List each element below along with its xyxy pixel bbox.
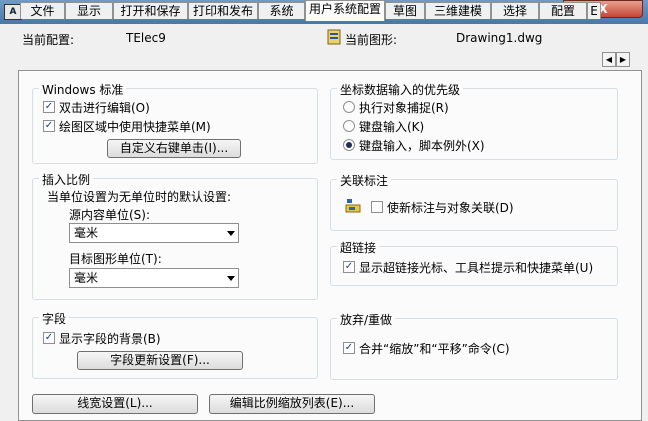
target-units-label: 目标图形单位(T):	[69, 252, 162, 266]
lineweight-settings-button[interactable]: 线宽设置(L)...	[32, 394, 198, 414]
hyperlink-title: 超链接	[337, 239, 380, 256]
osnap-label: 执行对象捕捉(R)	[359, 101, 449, 115]
tab-display[interactable]: 显示	[65, 2, 113, 19]
coordinate-priority-group: 坐标数据输入的优先级 执行对象捕捉(R) 键盘输入(K) 键盘输入，脚本例外(X…	[330, 81, 618, 160]
tab-scroll-left-icon[interactable]: ◀	[602, 52, 616, 67]
source-units-select[interactable]: 毫米	[69, 223, 239, 243]
windows-standard-title: Windows 标准	[39, 81, 127, 98]
keyboard-entry-radio[interactable]	[343, 120, 355, 132]
tab-system[interactable]: 系统	[258, 2, 305, 19]
fields-title: 字段	[39, 310, 70, 327]
current-config-label: 当前配置:	[22, 33, 75, 47]
tab-plot-publish[interactable]: 打印和发布	[188, 2, 258, 19]
hyperlink-group: 超链接 ✓ 显示超链接光标、工具栏提示和快捷菜单(U)	[330, 239, 618, 286]
chevron-down-icon	[227, 276, 235, 281]
target-units-select[interactable]: 毫米	[69, 268, 239, 288]
current-config-value: TElec9	[126, 31, 166, 45]
tab-3d-modeling[interactable]: 三维建模	[425, 2, 491, 19]
undo-redo-title: 放弃/重做	[337, 311, 396, 328]
double-click-edit-checkbox[interactable]: ✓	[43, 101, 55, 113]
keyboard-except-scripts-label: 键盘输入，脚本例外(X)	[359, 139, 485, 153]
double-click-edit-label: 双击进行编辑(O)	[59, 101, 150, 115]
associative-dimension-title: 关联标注	[337, 172, 392, 189]
insertion-scale-description: 当单位设置为无单位时的默认设置:	[47, 190, 232, 204]
hyperlink-cursor-checkbox[interactable]: ✓	[343, 261, 355, 273]
combine-zoom-pan-label: 合并“缩放”和“平移”命令(C)	[359, 342, 510, 356]
tab-selection[interactable]: 选择	[491, 2, 539, 19]
tab-scroll-right-icon[interactable]: ▶	[616, 52, 630, 67]
fields-group: 字段 ✓ 显示字段的背景(B) 字段更新设置(F)...	[32, 310, 318, 379]
coordinate-priority-title: 坐标数据输入的优先级	[337, 81, 464, 98]
right-click-customization-button[interactable]: 自定义右键单击(I)...	[107, 139, 241, 158]
keyboard-except-scripts-radio[interactable]	[343, 139, 355, 151]
target-units-value: 毫米	[74, 271, 99, 285]
tab-drafting[interactable]: 草图	[385, 2, 425, 19]
associative-dimension-checkbox[interactable]	[371, 201, 383, 213]
tab-user-preferences[interactable]: 用户系统配置	[305, 0, 385, 21]
source-units-value: 毫米	[74, 226, 99, 240]
associative-dimension-group: 关联标注 使新标注与对象关联(D)	[330, 172, 618, 231]
keyboard-entry-label: 键盘输入(K)	[359, 120, 425, 134]
tab-overflow[interactable]: E	[587, 2, 601, 19]
insertion-scale-group: 插入比例 当单位设置为无单位时的默认设置: 源内容单位(S): 毫米 目标图形单…	[32, 171, 318, 300]
combine-zoom-pan-checkbox[interactable]: ✓	[343, 342, 355, 354]
field-background-checkbox[interactable]: ✓	[43, 332, 55, 344]
shortcut-menu-checkbox[interactable]: ✓	[43, 120, 55, 132]
current-drawing-label: 当前图形:	[345, 33, 398, 47]
field-update-settings-button[interactable]: 字段更新设置(F)...	[77, 351, 243, 370]
tab-files[interactable]: 文件	[20, 2, 65, 19]
hyperlink-cursor-label: 显示超链接光标、工具栏提示和快捷菜单(U)	[359, 261, 594, 275]
tab-profiles[interactable]: 配置	[539, 2, 587, 19]
current-drawing-value: Drawing1.dwg	[456, 31, 543, 45]
associative-dimension-label: 使新标注与对象关联(D)	[387, 201, 514, 215]
associative-dimension-icon	[345, 199, 361, 213]
windows-standard-group: Windows 标准 ✓ 双击进行编辑(O) ✓ 绘图区域中使用快捷菜单(M) …	[32, 81, 318, 164]
undo-redo-group: 放弃/重做 ✓ 合并“缩放”和“平移”命令(C)	[330, 311, 618, 380]
edit-scale-list-button[interactable]: 编辑比例缩放列表(E)...	[209, 394, 375, 414]
tab-open-save[interactable]: 打开和保存	[113, 2, 188, 19]
osnap-radio[interactable]	[343, 101, 355, 113]
shortcut-menu-label: 绘图区域中使用快捷菜单(M)	[59, 120, 211, 134]
insertion-scale-title: 插入比例	[39, 171, 94, 188]
drawing-file-icon	[327, 29, 341, 45]
chevron-down-icon	[227, 231, 235, 236]
source-units-label: 源内容单位(S):	[69, 208, 151, 222]
field-background-label: 显示字段的背景(B)	[59, 332, 161, 346]
